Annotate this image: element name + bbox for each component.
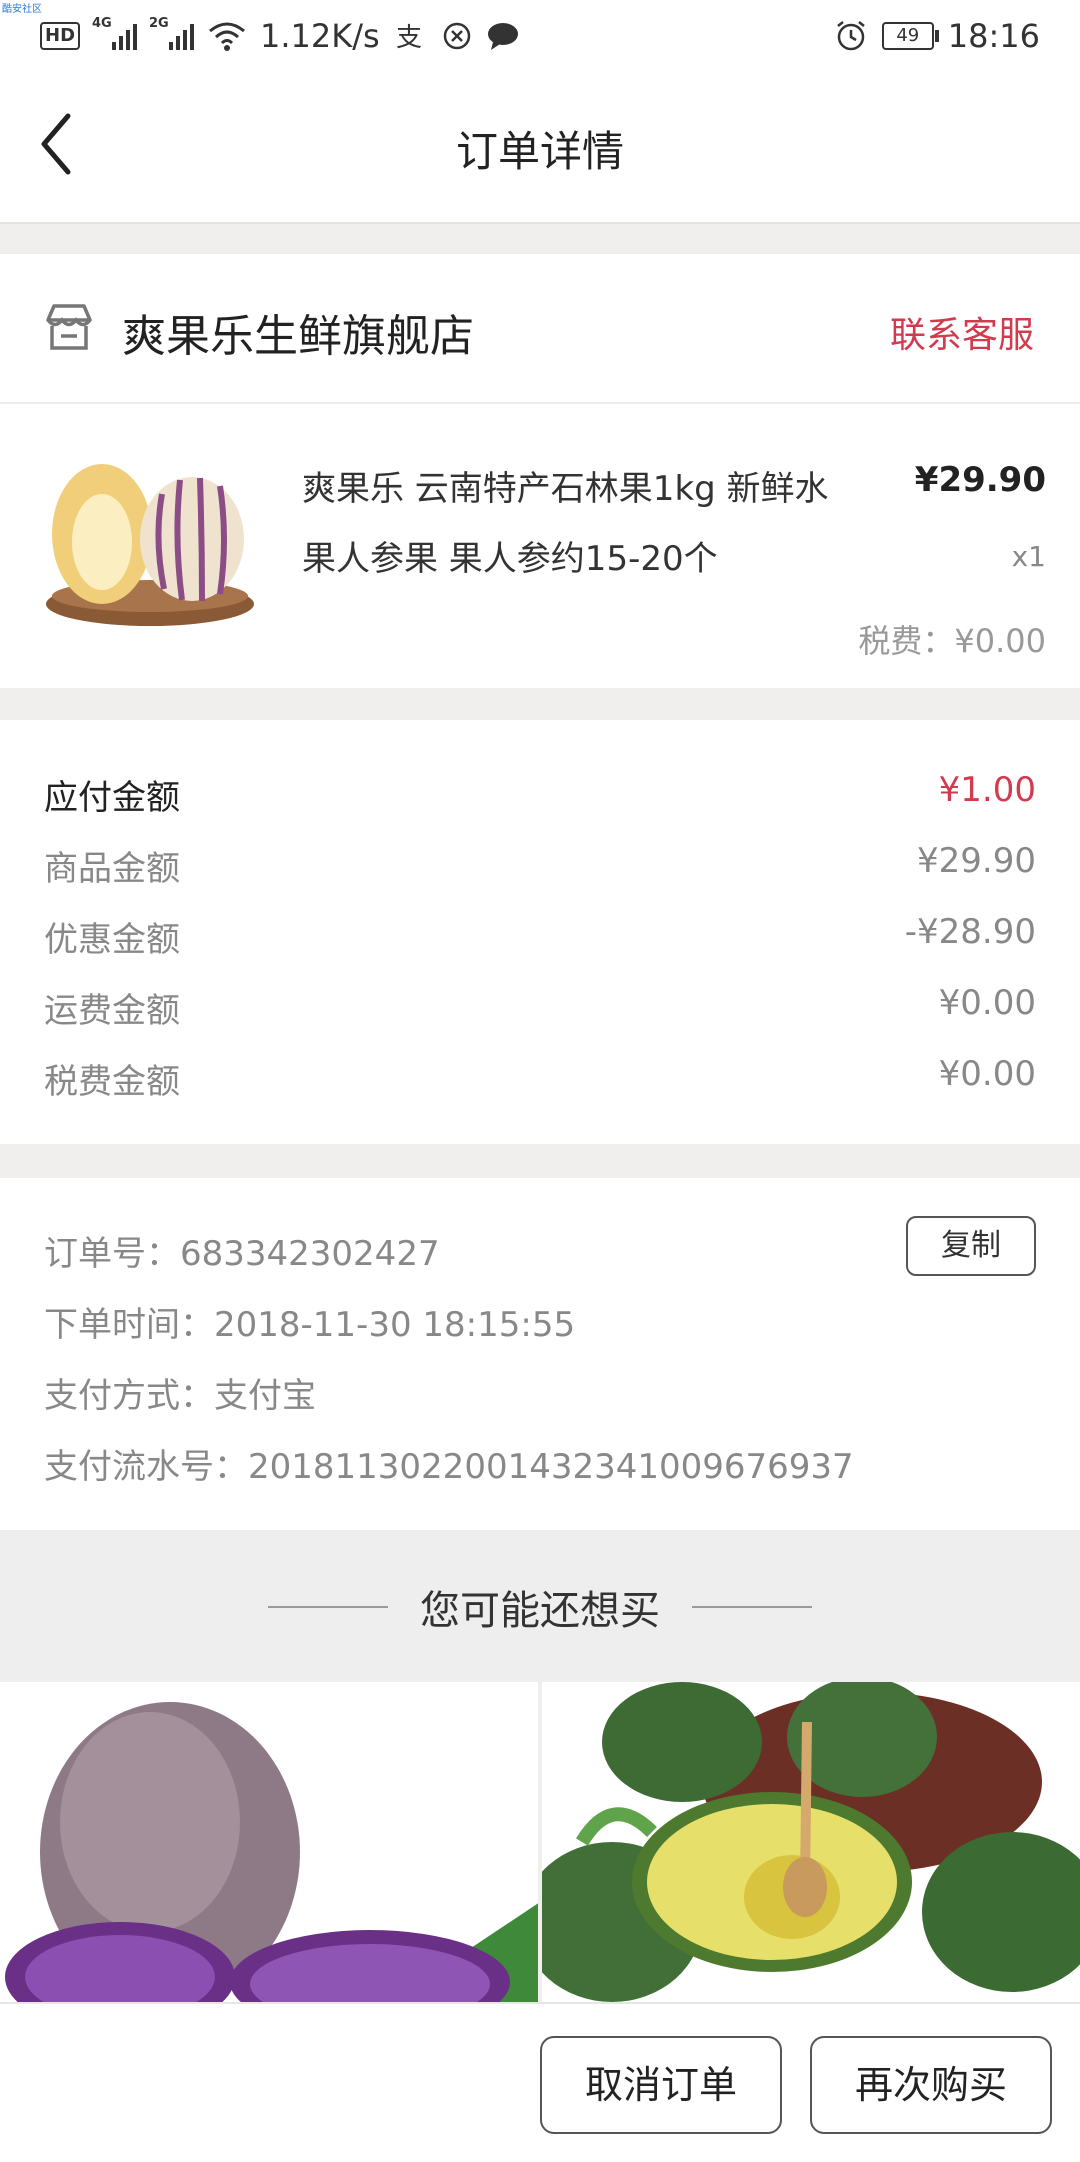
amount-label: 税费金额 bbox=[44, 1062, 180, 1102]
product-quantity: x1 bbox=[1011, 540, 1046, 573]
alipay-icon: 支 bbox=[396, 23, 422, 52]
hd-icon: HD bbox=[40, 22, 81, 50]
product-image bbox=[46, 464, 254, 626]
wifi-icon bbox=[209, 22, 245, 51]
contact-service-link[interactable]: 联系客服 bbox=[890, 306, 1034, 358]
cancel-order-button[interactable]: 取消订单 bbox=[540, 2036, 782, 2134]
recommendation-title: 您可能还想买 bbox=[420, 1588, 660, 1634]
product-price: ¥29.90 bbox=[914, 460, 1046, 500]
recommendation-header: 您可能还想买 bbox=[0, 1530, 1080, 1682]
amount-value: ¥0.00 bbox=[938, 983, 1036, 1023]
svg-text:支: 支 bbox=[396, 23, 422, 52]
product-image bbox=[542, 1682, 1080, 2002]
product-tax: 税费：¥0.00 bbox=[858, 622, 1046, 660]
store-icon bbox=[46, 304, 92, 350]
amount-row-payable: 应付金额 ¥1.00 bbox=[44, 770, 1036, 830]
blocked-notification-icon bbox=[443, 22, 470, 50]
amount-row-shipping: 运费金额 ¥0.00 bbox=[44, 983, 1036, 1043]
order-number: 订单号：683342302427 bbox=[44, 1234, 440, 1274]
divider bbox=[692, 1606, 812, 1608]
shop-name[interactable]: 爽果乐生鲜旗舰店 bbox=[122, 300, 474, 364]
shop-header: 爽果乐生鲜旗舰店 联系客服 bbox=[0, 254, 1080, 404]
amount-value: ¥0.00 bbox=[938, 1054, 1036, 1094]
amount-summary: 应付金额 ¥1.00 商品金额 ¥29.90 优惠金额 -¥28.90 运费金额… bbox=[0, 720, 1080, 1144]
status-bar: 酷安社区 HD 4G 2G 1.12K/s 支 49 18:16 bbox=[0, 0, 1080, 72]
top-nav-bar: 订单详情 bbox=[0, 72, 1080, 224]
order-product-item[interactable]: 爽果乐 云南特产石林果1kg 新鲜水果人参果 果人参约15-20个 ¥29.90… bbox=[0, 404, 1080, 688]
alarm-icon bbox=[837, 21, 865, 51]
amount-value: ¥29.90 bbox=[917, 841, 1036, 881]
network-speed: 1.12K/s bbox=[260, 17, 380, 55]
message-icon bbox=[487, 23, 518, 50]
amount-row-goods: 商品金额 ¥29.90 bbox=[44, 841, 1036, 901]
page-title: 订单详情 bbox=[455, 127, 624, 176]
amount-label: 应付金额 bbox=[44, 778, 180, 818]
battery-icon: 49 bbox=[881, 22, 939, 50]
amount-value: ¥1.00 bbox=[938, 770, 1036, 810]
clock: 18:16 bbox=[947, 17, 1040, 55]
amount-value: -¥28.90 bbox=[904, 912, 1036, 952]
order-time: 下单时间：2018-11-30 18:15:55 bbox=[44, 1305, 576, 1345]
corner-watermark: 酷安社区 bbox=[2, 4, 42, 15]
product-image bbox=[0, 1682, 538, 2002]
copy-button[interactable]: 复制 bbox=[906, 1216, 1036, 1276]
amount-row-discount: 优惠金额 -¥28.90 bbox=[44, 912, 1036, 972]
payment-serial: 支付流水号：2018113022001432341009676937 bbox=[44, 1447, 854, 1487]
amount-label: 运费金额 bbox=[44, 991, 180, 1031]
signal-4g-icon: 4G bbox=[92, 16, 138, 50]
amount-label: 商品金额 bbox=[44, 849, 180, 889]
amount-label: 优惠金额 bbox=[44, 920, 180, 960]
order-info: 订单号：683342302427 复制 下单时间：2018-11-30 18:1… bbox=[0, 1178, 1080, 1530]
bottom-action-bar: 取消订单 再次购买 bbox=[0, 2002, 1080, 2162]
amount-row-tax: 税费金额 ¥0.00 bbox=[44, 1054, 1036, 1114]
signal-2g-icon: 2G bbox=[149, 16, 195, 50]
buy-again-button[interactable]: 再次购买 bbox=[810, 2036, 1052, 2134]
product-name[interactable]: 爽果乐 云南特产石林果1kg 新鲜水果人参果 果人参约15-20个 bbox=[302, 454, 862, 594]
payment-method: 支付方式：支付宝 bbox=[44, 1376, 316, 1416]
recommend-item-avocado[interactable] bbox=[542, 1682, 1080, 2002]
recommend-item-purple-sweet-potato[interactable] bbox=[0, 1682, 538, 2002]
